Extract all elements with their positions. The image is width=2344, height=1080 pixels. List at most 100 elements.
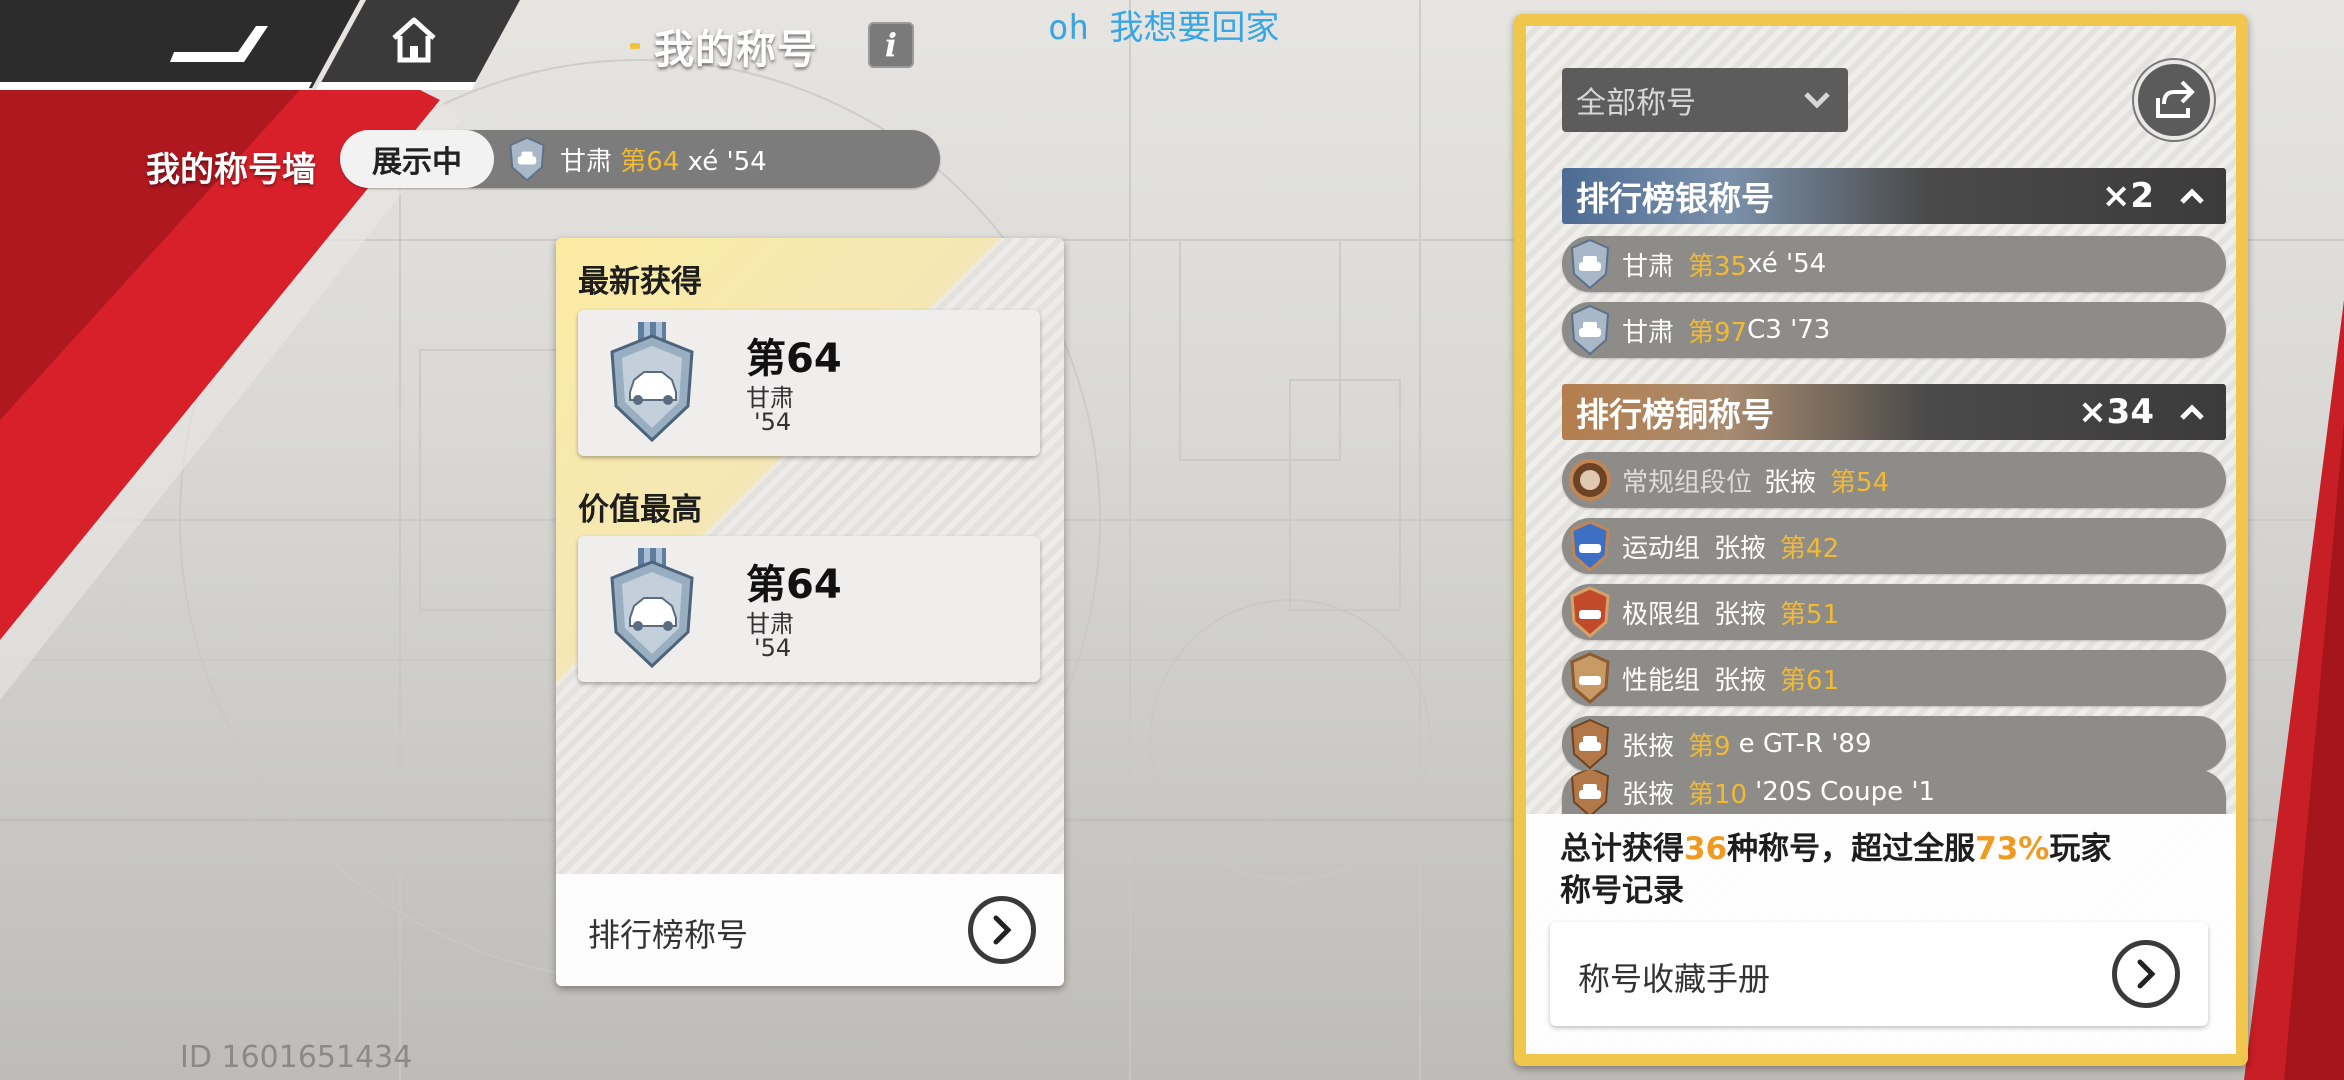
leaderboard-titles-button[interactable] bbox=[968, 896, 1036, 964]
silver-title-row[interactable]: 甘肃 第97 C3 '73 bbox=[1562, 302, 2226, 358]
red-stripe-decoration bbox=[0, 90, 460, 700]
highest-rank: 第64 bbox=[746, 562, 842, 608]
summary-text: 总计获得36种称号，超过全服73%玩家 称号记录 bbox=[1560, 828, 2200, 912]
row-region: 张掖 bbox=[1714, 599, 1767, 630]
silver-group-title: 排行榜银称号 bbox=[1576, 179, 1774, 218]
page-title-wrap: 我的称号 bbox=[630, 18, 818, 74]
blue-shield-badge-icon bbox=[1570, 520, 1610, 572]
red-shield-badge-icon bbox=[1570, 586, 1610, 638]
bronze-title-row[interactable]: 张掖 第10 '20S Coupe '1 bbox=[1562, 770, 2226, 814]
row-region: 甘肃 bbox=[1622, 251, 1675, 282]
row-prefix: 极限组 bbox=[1622, 599, 1701, 630]
row-region: 张掖 bbox=[1714, 533, 1767, 564]
bronze-group-header[interactable]: 排行榜铜称号 ×34 bbox=[1562, 384, 2226, 440]
tan-shield-badge-icon bbox=[1570, 652, 1610, 704]
pill-suffix: xé '54 bbox=[687, 146, 767, 177]
pill-region: 甘肃 bbox=[560, 146, 613, 177]
summary-percent: 73% bbox=[1975, 831, 2050, 867]
row-rank: 第97 bbox=[1688, 317, 1748, 348]
highest-section-title: 价值最高 bbox=[578, 492, 702, 528]
back-arrow-icon bbox=[170, 26, 268, 62]
showing-title-pill[interactable]: 展示中 甘肃 第64 xé '54 bbox=[340, 130, 940, 188]
bronze-group-count: ×34 bbox=[2078, 392, 2154, 432]
row-suffix: C3 '73 bbox=[1747, 315, 1831, 345]
row-rank: 第10 bbox=[1688, 779, 1748, 810]
leaderboard-titles-row[interactable]: 排行榜称号 bbox=[556, 874, 1064, 986]
summary-section: 总计获得36种称号，超过全服73%玩家 称号记录 称号收藏手册 bbox=[1526, 814, 2236, 1054]
silver-group-count: ×2 bbox=[2101, 176, 2154, 216]
title-wall-label: 我的称号墙 bbox=[146, 150, 316, 190]
summary-middle: 种称号，超过全服 bbox=[1727, 831, 1976, 867]
home-icon bbox=[392, 17, 436, 63]
bronze-title-row[interactable]: 极限组 张掖 第51 bbox=[1562, 584, 2226, 640]
back-button[interactable] bbox=[0, 0, 330, 90]
title-filter-dropdown[interactable]: 全部称号 bbox=[1562, 68, 1848, 132]
row-suffix: '20S Coupe '1 bbox=[1755, 777, 1936, 807]
highest-year: '54 bbox=[754, 634, 792, 662]
row-rank: 第61 bbox=[1780, 665, 1840, 696]
summary-line2: 称号记录 bbox=[1560, 873, 1684, 909]
home-button[interactable] bbox=[330, 0, 520, 90]
summary-suffix: 玩家 bbox=[2049, 831, 2112, 867]
user-id: ID 1601651434 bbox=[180, 1040, 413, 1075]
chevron-up-icon bbox=[2180, 404, 2204, 420]
filter-label: 全部称号 bbox=[1576, 86, 1696, 121]
user-watermark-text: oh 我想要回家 bbox=[1048, 8, 1280, 48]
row-region: 张掖 bbox=[1622, 779, 1675, 810]
row-rank: 第42 bbox=[1780, 533, 1840, 564]
highest-title-card[interactable]: 第64 甘肃 '54 bbox=[578, 536, 1040, 682]
bronze-ring-badge-icon bbox=[1569, 459, 1611, 501]
featured-titles-card: 最新获得 第64 甘肃 '54 价值最高 第64 甘肃 '54 排行榜称号 bbox=[556, 238, 1064, 986]
row-prefix: 常规组段位 bbox=[1622, 467, 1753, 498]
row-rank: 第9 bbox=[1688, 731, 1731, 762]
top-navigation bbox=[0, 0, 540, 96]
bronze-group-title: 排行榜铜称号 bbox=[1576, 395, 1774, 434]
latest-year: '54 bbox=[754, 408, 792, 436]
title-marker bbox=[630, 43, 640, 49]
chevron-right-icon bbox=[993, 915, 1012, 945]
silver-car-badge-icon bbox=[610, 322, 694, 443]
showing-tag: 展示中 bbox=[340, 130, 494, 188]
row-region: 张掖 bbox=[1622, 731, 1675, 762]
summary-prefix: 总计获得 bbox=[1560, 831, 1684, 867]
title-handbook-label: 称号收藏手册 bbox=[1578, 960, 1771, 998]
bronze-title-row[interactable]: 性能组 张掖 第61 bbox=[1562, 650, 2226, 706]
page-title: 我的称号 bbox=[654, 27, 818, 73]
row-region: 张掖 bbox=[1764, 467, 1817, 498]
chevron-down-icon bbox=[1804, 92, 1830, 109]
row-suffix: xé '54 bbox=[1747, 249, 1827, 279]
silver-car-badge-icon bbox=[610, 548, 694, 669]
title-handbook-arrow-button[interactable] bbox=[2112, 940, 2180, 1008]
row-rank: 第54 bbox=[1830, 467, 1890, 498]
info-button[interactable]: i bbox=[868, 22, 914, 68]
bronze-car-badge-icon bbox=[1570, 770, 1610, 814]
silver-group-header[interactable]: 排行榜银称号 ×2 bbox=[1562, 168, 2226, 224]
latest-title-card[interactable]: 第64 甘肃 '54 bbox=[578, 310, 1040, 456]
row-region: 张掖 bbox=[1714, 665, 1767, 696]
row-rank: 第51 bbox=[1780, 599, 1840, 630]
silver-car-badge-icon bbox=[1570, 238, 1610, 290]
title-handbook-button[interactable]: 称号收藏手册 bbox=[1550, 922, 2208, 1026]
row-rank: 第35 bbox=[1688, 251, 1748, 282]
info-icon: i bbox=[884, 26, 898, 64]
latest-section-title: 最新获得 bbox=[578, 264, 702, 300]
row-prefix: 性能组 bbox=[1622, 665, 1701, 696]
bronze-title-row[interactable]: 常规组段位 张掖 第54 bbox=[1562, 452, 2226, 508]
silver-car-badge-icon bbox=[509, 136, 545, 182]
bronze-car-badge-icon bbox=[1570, 718, 1610, 770]
pill-rank: 第64 bbox=[620, 146, 680, 177]
bronze-title-row[interactable]: 运动组 张掖 第42 bbox=[1562, 518, 2226, 574]
chevron-up-icon bbox=[2180, 188, 2204, 204]
leaderboard-titles-label: 排行榜称号 bbox=[588, 916, 749, 954]
row-prefix: 运动组 bbox=[1622, 533, 1701, 564]
bronze-title-row[interactable]: 张掖 第9 e GT-R '89 bbox=[1562, 716, 2226, 772]
share-icon bbox=[2156, 80, 2195, 118]
summary-count: 36 bbox=[1684, 831, 1728, 867]
row-suffix: e GT-R '89 bbox=[1738, 729, 1872, 759]
row-region: 甘肃 bbox=[1622, 317, 1675, 348]
silver-title-row[interactable]: 甘肃 第35 xé '54 bbox=[1562, 236, 2226, 292]
chevron-right-icon bbox=[2137, 959, 2156, 989]
silver-car-badge-icon bbox=[1570, 304, 1610, 356]
share-button[interactable] bbox=[2134, 60, 2214, 140]
latest-rank: 第64 bbox=[746, 336, 842, 382]
